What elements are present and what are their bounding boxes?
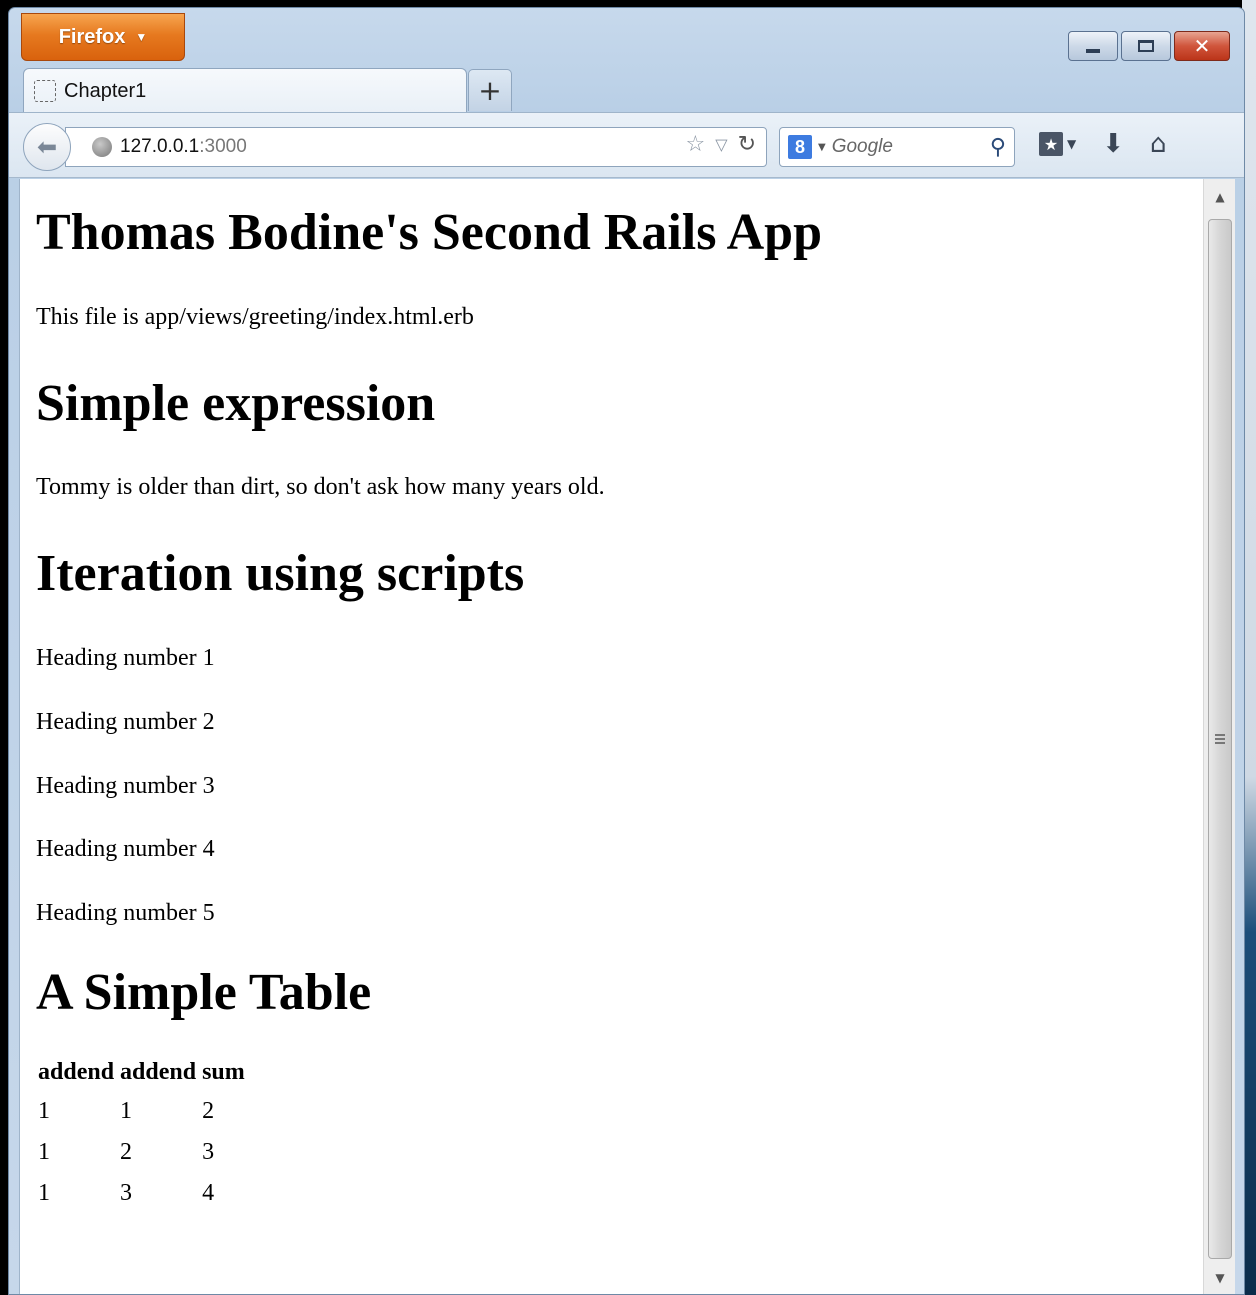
dropdown-arrow-icon[interactable]: ▽ [715,135,727,154]
new-tab-button[interactable]: + [468,69,512,111]
list-item: Heading number 5 [36,900,215,927]
page-content: Thomas Bodine's Second Rails App This fi… [20,179,1204,1294]
grip-icon [1215,734,1225,744]
home-icon[interactable]: ⌂ [1150,129,1167,159]
table-cell: 4 [202,1179,215,1206]
url-port: :3000 [199,136,247,157]
section-heading-iteration: Iteration using scripts [36,545,525,603]
list-item: Heading number 3 [36,772,215,799]
list-item: Heading number 4 [36,836,215,863]
maximize-icon [1138,40,1154,52]
download-arrow-icon[interactable]: ⬇ [1102,129,1124,159]
file-note: This file is app/views/greeting/index.ht… [36,303,474,330]
search-input[interactable]: Google [832,136,984,158]
table-cell: 1 [38,1097,50,1124]
plus-icon: + [478,74,502,107]
browser-window: Firefox ▼ ✕ Chapter1 + 127.0.0.1:3000 ☆ … [8,7,1245,1295]
page-title: Thomas Bodine's Second Rails App [36,204,823,261]
table-header-cell: addend [120,1058,197,1085]
tab-chapter1[interactable]: Chapter1 [23,68,467,113]
window-controls: ✕ [1068,31,1230,61]
table-row: 1 2 3 [38,1135,245,1172]
back-arrow-icon: ⬅ [36,133,58,161]
bookmarks-menu-icon: ★ [1039,132,1063,156]
table-cell: 3 [120,1179,133,1206]
list-item: Heading number 1 [36,644,215,671]
page-viewport: Thomas Bodine's Second Rails App This fi… [19,179,1236,1294]
chevron-down-icon: ▼ [135,30,148,44]
url-actions: ☆ ▽ ↻ [686,132,756,157]
scroll-up-arrow-icon[interactable]: ▲ [1204,179,1236,215]
navigation-toolbar: 127.0.0.1:3000 ☆ ▽ ↻ ⬅ 8 ▼ Google ⚲ ★ ▼ … [9,112,1244,178]
section-heading-table: A Simple Table [36,963,372,1021]
engine-dropdown-icon[interactable]: ▼ [818,142,826,153]
close-button[interactable]: ✕ [1174,31,1230,61]
table-header-cell: sum [202,1058,245,1085]
maximize-button[interactable] [1121,31,1171,61]
back-button[interactable]: ⬅ [23,123,71,171]
firefox-menu-button[interactable]: Firefox ▼ [21,13,185,61]
google-engine-icon[interactable]: 8 [788,135,812,159]
minimize-button[interactable] [1068,31,1118,61]
firefox-menu-label: Firefox [58,25,126,48]
table-cell: 1 [120,1097,133,1124]
page-favicon-icon [34,80,56,102]
tab-title: Chapter1 [64,79,147,102]
table-row: 1 3 4 [38,1176,245,1213]
search-bar[interactable]: 8 ▼ Google ⚲ [779,127,1015,167]
table-cell: 2 [120,1138,133,1165]
table-header-row: addend addend sum [38,1059,245,1090]
star-icon[interactable]: ☆ [686,132,706,157]
table-header-cell: addend [38,1058,115,1085]
close-icon: ✕ [1193,34,1211,58]
list-item: Heading number 2 [36,708,215,735]
table-row: 1 1 2 [38,1094,245,1131]
table-cell: 1 [38,1138,50,1165]
search-icon[interactable]: ⚲ [990,135,1006,160]
minimize-icon [1086,49,1100,53]
section-heading-expression: Simple expression [36,374,436,432]
table-cell: 2 [202,1097,215,1124]
globe-icon [92,137,112,157]
reload-icon[interactable]: ↻ [738,132,756,157]
scroll-thumb[interactable] [1208,219,1232,1259]
simple-table: addend addend sum 1 1 2 1 2 3 1 3 4 [32,1055,251,1217]
vertical-scrollbar[interactable]: ▲ ▼ [1203,179,1236,1294]
table-cell: 1 [38,1179,50,1206]
address-bar[interactable]: 127.0.0.1:3000 ☆ ▽ ↻ [65,127,767,167]
chevron-down-icon: ▼ [1067,137,1077,151]
scroll-down-arrow-icon[interactable]: ▼ [1204,1260,1236,1294]
bookmarks-menu-button[interactable]: ★ ▼ [1039,132,1076,156]
url-host: 127.0.0.1 [120,136,200,157]
toolbar-buttons: ★ ▼ ⬇ ⌂ [1039,129,1167,159]
expression-text: Tommy is older than dirt, so don't ask h… [36,474,605,501]
table-cell: 3 [202,1138,215,1165]
